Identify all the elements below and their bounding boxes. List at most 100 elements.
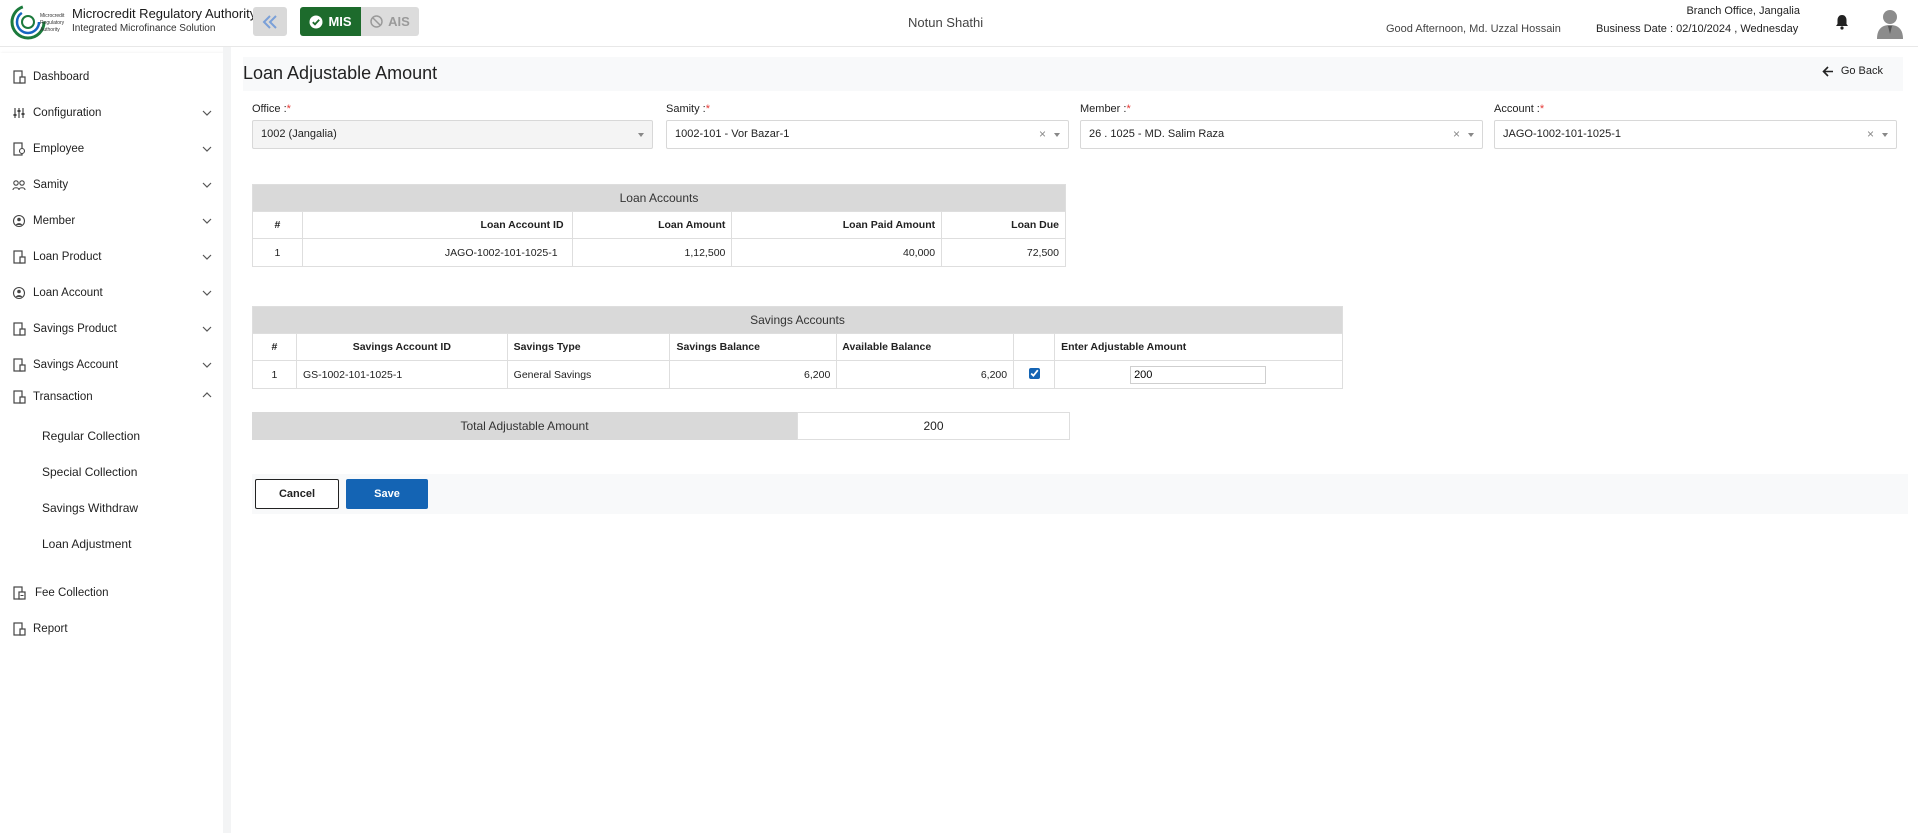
clear-icon[interactable]: × (1039, 121, 1046, 148)
sidebar-item-transaction[interactable]: Transaction (0, 383, 223, 411)
logo-text-1: Microcredit (40, 13, 65, 19)
action-bar: Cancel Save (252, 474, 1908, 514)
sidebar-item-label: Configuration (33, 107, 102, 119)
table-cell (1013, 360, 1056, 389)
caret-down-icon (1882, 133, 1888, 137)
samity-label: Samity :* (666, 103, 711, 115)
table-cell: 40,000 (731, 238, 943, 267)
table-row: 1 GS-1002-101-1025-1 General Savings 6,2… (252, 360, 1343, 389)
user-greeting: Good Afternoon, Md. Uzzal Hossain (1386, 23, 1561, 35)
sidebar-item-loan-account[interactable]: Loan Account (0, 279, 223, 307)
go-back-button[interactable]: Go Back (1822, 65, 1883, 77)
logo-text-3: Authority (40, 27, 60, 33)
brand-subtitle: Integrated Microfinance Solution (72, 23, 216, 34)
savings-accounts-table: Savings Accounts # Savings Account ID Sa… (252, 306, 1343, 389)
member-value: 26 . 1025 - MD. Salim Raza (1089, 128, 1225, 140)
table-cell: 72,500 (941, 238, 1066, 267)
sidebar-item-member[interactable]: Member (0, 207, 223, 235)
chevron-down-icon (202, 110, 212, 116)
column-header: Loan Paid Amount (731, 211, 943, 239)
sidebar-item-label: Employee (33, 143, 85, 155)
column-header (1013, 333, 1056, 361)
sidebar-item-savings-account[interactable]: Savings Account (0, 351, 223, 379)
transaction-icon (13, 390, 26, 404)
total-adjustable-value: 200 (797, 412, 1070, 440)
sidebar-item-configuration[interactable]: Configuration (0, 99, 223, 127)
sidebar-item-label: Loan Account (33, 287, 103, 299)
sidebar-subitem-savings-withdraw[interactable]: Savings Withdraw (42, 501, 138, 515)
sidebar-item-dashboard[interactable]: Dashboard (0, 63, 223, 91)
office-select[interactable]: 1002 (Jangalia) (252, 120, 653, 149)
mis-label: MIS (328, 14, 352, 29)
sidebar-subitem-loan-adjustment[interactable]: Loan Adjustment (42, 537, 131, 551)
logo-text-2: Regulatory (40, 20, 65, 26)
member-select[interactable]: 26 . 1025 - MD. Salim Raza × (1080, 120, 1483, 149)
double-chevron-left-icon (262, 14, 277, 29)
caret-down-icon (638, 133, 644, 137)
sliders-icon (13, 108, 25, 118)
adjustable-amount-input[interactable] (1130, 365, 1267, 384)
sidebar-item-label: Savings Account (33, 359, 119, 371)
sidebar-subitem-special-collection[interactable]: Special Collection (42, 465, 137, 479)
sidebar-item-loan-product[interactable]: Loan Product (0, 243, 223, 271)
savings-product-icon (13, 322, 26, 336)
chevron-up-icon (202, 392, 212, 398)
clear-icon[interactable]: × (1867, 121, 1874, 148)
collapse-sidebar-button[interactable] (253, 7, 287, 36)
column-header: # (252, 333, 297, 361)
save-button[interactable]: Save (346, 479, 428, 509)
table-cell: 6,200 (836, 360, 1015, 389)
mra-logo: Microcredit Regulatory Authority (10, 4, 65, 40)
account-label: Account :* (1494, 103, 1545, 115)
main-content: Loan Adjustable Amount Go Back Office :*… (231, 47, 1918, 833)
office-value: 1002 (Jangalia) (261, 128, 337, 140)
total-adjustable-box: Total Adjustable Amount 200 (252, 412, 1070, 440)
sidebar-item-label: Dashboard (33, 71, 90, 83)
sidebar-item-samity[interactable]: Samity (0, 171, 223, 199)
sidebar-item-label: Samity (33, 179, 69, 191)
clear-icon[interactable]: × (1453, 121, 1460, 148)
account-value: JAGO-1002-101-1025-1 (1503, 128, 1622, 140)
total-adjustable-label: Total Adjustable Amount (252, 412, 797, 440)
sidebar-item-fee-collection[interactable]: Fee Collection (0, 579, 223, 607)
chevron-down-icon (202, 362, 212, 368)
organization-name: Notun Shathi (908, 15, 984, 30)
cancel-button[interactable]: Cancel (255, 479, 339, 509)
table-cell: JAGO-1002-101-1025-1 (301, 238, 573, 267)
column-header: Loan Due (941, 211, 1066, 239)
block-icon (370, 15, 383, 28)
loan-accounts-caption: Loan Accounts (252, 184, 1066, 212)
chevron-down-icon (202, 146, 212, 152)
ais-toggle-button[interactable]: AIS (361, 7, 419, 36)
sidebar-item-label: Loan Product (33, 251, 102, 263)
account-select[interactable]: JAGO-1002-101-1025-1 × (1494, 120, 1897, 149)
mis-toggle-button[interactable]: MIS (300, 7, 361, 36)
sidebar-item-savings-product[interactable]: Savings Product (0, 315, 223, 343)
sidebar: Dashboard Configuration Employee Samity … (0, 53, 223, 833)
office-label: Office :* (252, 103, 291, 115)
savings-account-icon (13, 358, 26, 372)
chevron-down-icon (202, 218, 212, 224)
table-cell: 1 (252, 360, 297, 389)
notification-bell-icon[interactable] (1835, 14, 1849, 30)
table-row: 1 JAGO-1002-101-1025-1 1,12,500 40,000 7… (252, 238, 1066, 267)
loan-accounts-table: Loan Accounts # Loan Account ID Loan Amo… (252, 184, 1066, 267)
samity-select[interactable]: 1002-101 - Vor Bazar-1 × (666, 120, 1069, 149)
sidebar-item-label: Transaction (33, 391, 93, 403)
member-label: Member :* (1080, 103, 1131, 115)
sidebar-item-employee[interactable]: Employee (0, 135, 223, 163)
table-cell: 1 (252, 238, 303, 267)
sidebar-subitem-regular-collection[interactable]: Regular Collection (42, 429, 140, 443)
member-icon (12, 214, 26, 228)
group-icon (12, 180, 26, 191)
table-cell: GS-1002-101-1025-1 (295, 360, 508, 389)
table-cell: General Savings (506, 360, 671, 389)
loan-product-icon (13, 250, 26, 264)
select-savings-checkbox[interactable] (1028, 367, 1040, 379)
chevron-down-icon (202, 326, 212, 332)
ais-label: AIS (388, 14, 410, 29)
arrow-left-icon (1822, 65, 1833, 77)
table-cell: 6,200 (669, 360, 838, 389)
sidebar-item-report[interactable]: Report (0, 615, 223, 643)
user-avatar-icon[interactable] (1875, 7, 1905, 39)
